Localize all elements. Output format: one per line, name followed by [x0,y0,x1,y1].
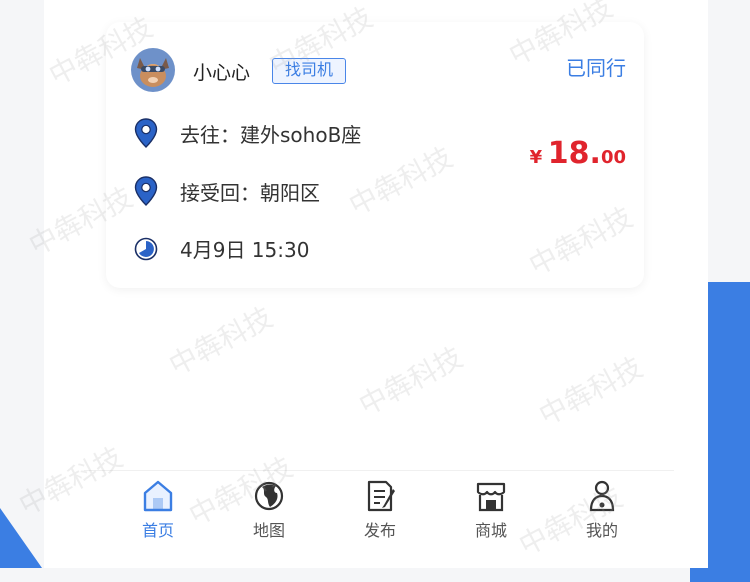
time-row: 4月9日 15:30 [134,234,309,263]
pickup-row: 接受回：朝阳区 [134,176,320,206]
tab-label: 首页 [141,521,174,540]
destination-row: 去往：建外sohoB座 [134,118,361,148]
bottom-tab-bar: 首页 地图 发布 商城 我的 [84,470,674,569]
tab-store[interactable]: 商城 [451,479,531,541]
price-integer: 18. [547,136,601,171]
watermark: 中犇科技 [353,340,468,423]
edit-icon [367,480,395,512]
role-tag: 找司机 [272,58,347,84]
watermark: 中犇科技 [163,300,278,383]
trip-card[interactable]: 小心心 找司机 已同行 去往：建外sohoB座 接受回：朝阳区 4月9日 15:… [106,22,644,288]
location-pin-icon [134,118,158,148]
tab-map[interactable]: 地图 [229,479,309,541]
price-currency: ¥ [529,147,543,168]
globe-icon [254,481,284,511]
store-icon [476,482,506,512]
time-text: 4月9日 15:30 [180,238,310,262]
tab-publish[interactable]: 发布 [340,479,420,541]
home-icon [143,480,173,512]
username: 小心心 [193,62,251,84]
app-screen: 小心心 找司机 已同行 去往：建外sohoB座 接受回：朝阳区 4月9日 15:… [14,0,708,569]
tab-label: 商城 [474,521,507,540]
location-pin-icon [134,176,158,206]
background-accent-left [0,508,42,568]
tab-label: 地图 [252,521,285,540]
clock-icon [134,237,158,260]
watermark: 中犇科技 [533,350,648,433]
tab-profile[interactable]: 我的 [562,479,642,541]
tab-label: 发布 [363,521,396,540]
tab-home[interactable]: 首页 [118,479,198,541]
trip-status: 已同行 [566,56,626,80]
tab-label: 我的 [585,521,618,540]
price-decimal: 00 [600,147,626,168]
price: ¥ 18.00 [530,136,626,171]
avatar[interactable] [131,48,175,92]
user-icon [589,480,615,512]
destination-text: 去往：建外sohoB座 [180,122,362,147]
pickup-text: 接受回：朝阳区 [180,180,320,205]
